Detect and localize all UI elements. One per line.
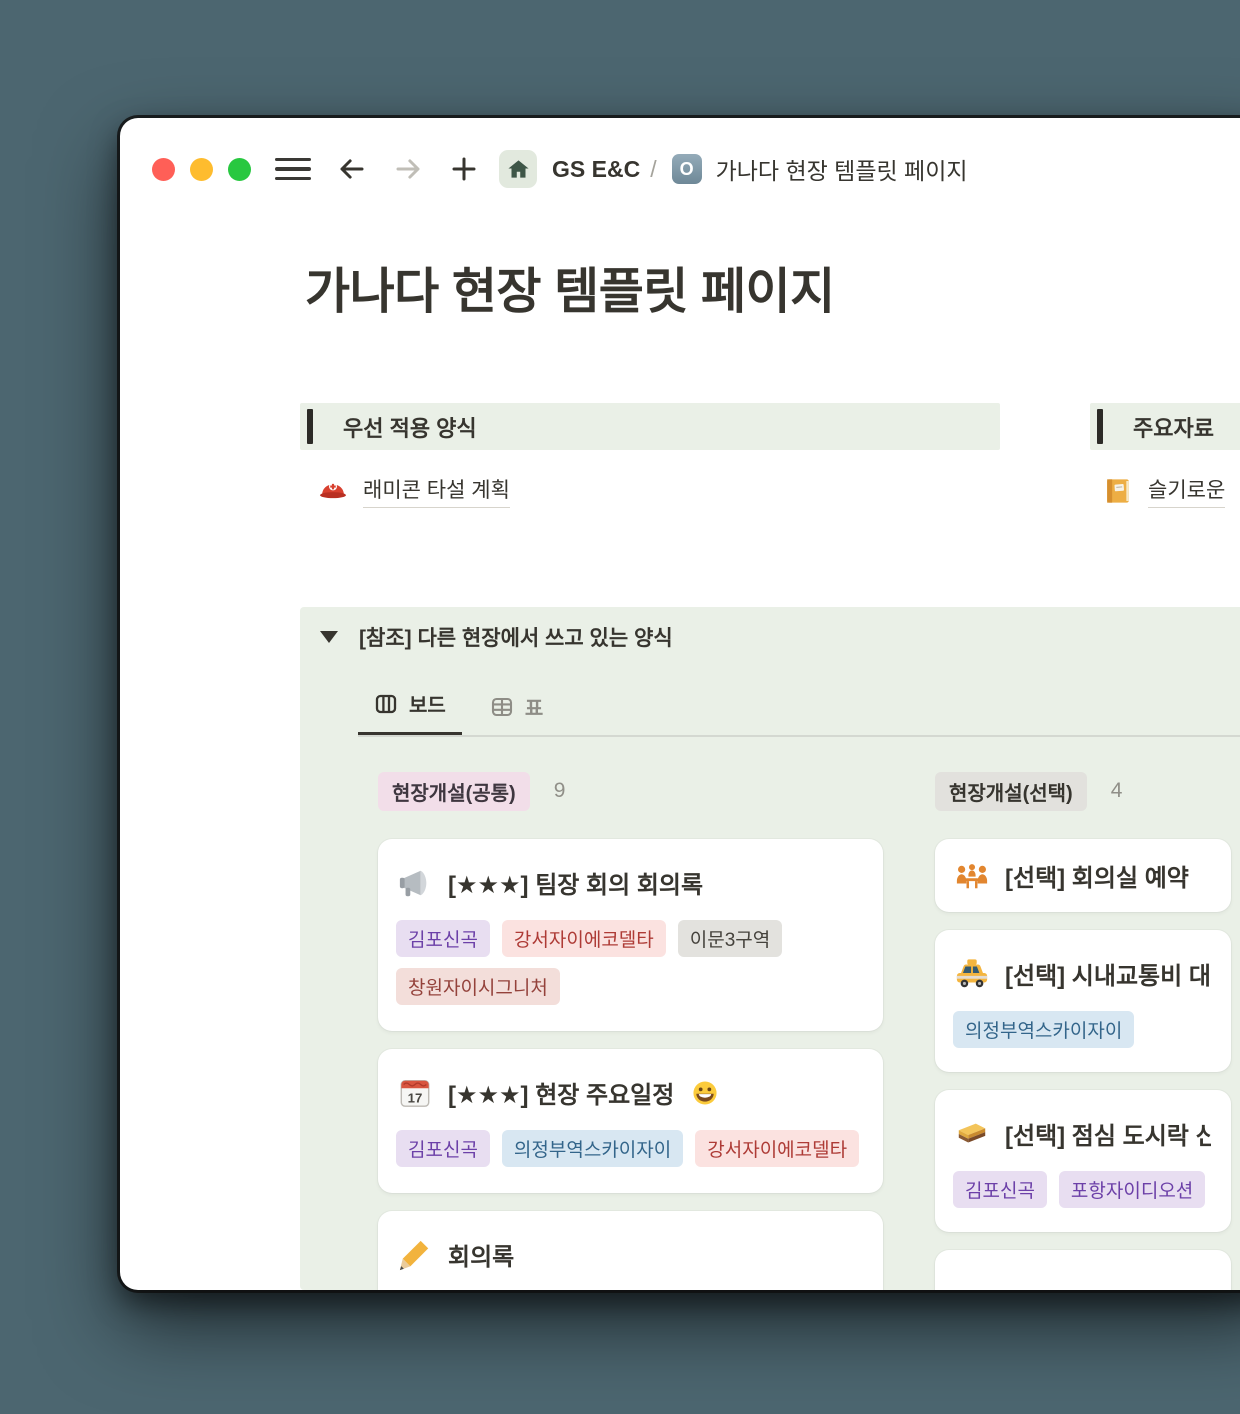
column-count: 9 [554, 779, 566, 803]
breadcrumb-separator: / [650, 156, 656, 183]
grinning-face-icon [692, 1080, 718, 1106]
page-o-badge-icon: O [672, 154, 702, 184]
toggle-title: [참조] 다른 현장에서 쓰고 있는 양식 [359, 622, 673, 652]
card-title: [선택] 점심 도시락 신청 [1005, 1116, 1211, 1151]
home-button[interactable] [499, 150, 537, 188]
new-page-plus-icon[interactable] [449, 154, 479, 184]
back-arrow-icon[interactable] [337, 154, 367, 184]
meeting-people-icon [955, 859, 989, 893]
tag: 김포신곡 [396, 920, 490, 957]
link-right-label[interactable]: 슬기로운 [1148, 474, 1225, 508]
breadcrumb-page-title[interactable]: 가나다 현장 템플릿 페이지 [716, 152, 968, 186]
tab-table-view[interactable]: 표 [474, 682, 559, 735]
tag: 이문3구역 [678, 920, 783, 957]
board-column-optional: 현장개설(선택) 4 [선택] 회의실 [935, 769, 1231, 1290]
link-wise-guide[interactable]: 슬기로운 [1103, 474, 1225, 508]
page-title: 가나다 현장 템플릿 페이지 [305, 252, 835, 323]
loudspeaker-icon [398, 866, 432, 900]
tag: 창원자이시그니처 [396, 968, 560, 1005]
table-view-icon [490, 695, 514, 719]
tab-board-view[interactable]: 보드 [358, 679, 462, 735]
card-title: [★★★] 현장 주요일정 [448, 1075, 674, 1110]
reference-toggle-section: [참조] 다른 현장에서 쓰고 있는 양식 보드 표 현장개설(공통) 9 [300, 607, 1240, 1290]
column-header: 현장개설(공통) 9 [378, 769, 883, 813]
sidebar-menu-icon[interactable] [275, 158, 311, 181]
tag: 김포신곡 [953, 1171, 1047, 1208]
toggle-header[interactable]: [참조] 다른 현장에서 쓰고 있는 양식 [320, 622, 673, 652]
card-title: [선택] 시내교통비 대장 [1005, 956, 1211, 991]
writing-hand-icon [398, 1238, 432, 1272]
taxi-icon [955, 957, 989, 991]
card-tags: 의정부역스카이자이 [935, 991, 1231, 1072]
callout-priority-forms: 우선 적용 양식 [300, 403, 1000, 450]
card-tags: 김포신곡 의정부역스카이자이 강서자이에코델타 [378, 1110, 883, 1193]
column-count: 4 [1111, 779, 1123, 803]
callout-left-label: 우선 적용 양식 [343, 411, 477, 443]
board-card[interactable]: [선택] 회의실 예약 [935, 839, 1231, 912]
calendar-icon: 17 [398, 1076, 432, 1110]
tag: 김포신곡 [396, 1130, 490, 1167]
board-card[interactable]: [선택] 시내교통비 대장 의정부역스카이자이 [935, 930, 1231, 1072]
card-tags: 김포신곡 강서자이에코델타 이문3구역 창원자이시그니처 [378, 900, 883, 1031]
forward-arrow-icon[interactable] [393, 154, 423, 184]
quote-bar [1097, 409, 1103, 444]
breadcrumb-workspace[interactable]: GS E&C [552, 156, 640, 183]
app-window: GS E&C / O 가나다 현장 템플릿 페이지 가나다 현장 템플릿 페이지… [120, 118, 1240, 1290]
column-name-badge[interactable]: 현장개설(공통) [378, 772, 530, 811]
callout-right-label: 주요자료 [1133, 411, 1214, 443]
tag: 의정부역스카이자이 [953, 1011, 1134, 1048]
board-card[interactable]: [선택] 점심 도시락 신청 김포신곡 포항자이디오션 [935, 1090, 1231, 1232]
card-tags: 김포신곡 포항자이디오션 [935, 1151, 1231, 1232]
tab-board-label: 보드 [409, 689, 446, 718]
board-card[interactable]: 회의록 [378, 1211, 883, 1290]
svg-text:17: 17 [408, 1090, 423, 1105]
close-window-button[interactable] [152, 158, 175, 181]
callout-key-materials: 주요자료 [1090, 403, 1240, 450]
rescue-helmet-icon [318, 476, 348, 506]
board-card[interactable]: [★★★] 팀장 회의 회의록 김포신곡 강서자이에코델타 이문3구역 창원자이… [378, 839, 883, 1031]
column-name-badge[interactable]: 현장개설(선택) [935, 772, 1087, 811]
link-remicon-plan[interactable]: 래미콘 타설 계획 [318, 474, 510, 508]
titlebar: GS E&C / O 가나다 현장 템플릿 페이지 [152, 148, 968, 190]
board-view-icon [374, 692, 398, 716]
ledger-book-icon [1103, 476, 1133, 506]
view-tabs: 보드 표 [358, 679, 559, 735]
bento-sandwich-icon [955, 1117, 989, 1151]
tag: 의정부역스카이자이 [502, 1130, 683, 1167]
toggle-open-triangle-icon[interactable] [320, 631, 338, 643]
column-header: 현장개설(선택) 4 [935, 769, 1231, 813]
tag: 포항자이디오션 [1059, 1171, 1205, 1208]
view-tabs-divider [358, 735, 1240, 737]
link-left-label[interactable]: 래미콘 타설 계획 [363, 474, 510, 508]
zoom-window-button[interactable] [228, 158, 251, 181]
card-title: 회의록 [448, 1237, 514, 1272]
board-column-common: 현장개설(공통) 9 [★★★] 팀장 회의 회의록 김포신곡 강서자이에코델타 [378, 769, 883, 1290]
board-card[interactable]: 17 [★★★] 현장 주요일정 김포신곡 의정부역스카이자이 강서자이에코델타 [378, 1049, 883, 1193]
minimize-window-button[interactable] [190, 158, 213, 181]
tag: 강서자이에코델타 [695, 1130, 859, 1167]
board-card[interactable] [935, 1250, 1231, 1290]
tag: 강서자이에코델타 [502, 920, 666, 957]
home-icon [507, 158, 530, 181]
card-title: [★★★] 팀장 회의 회의록 [448, 865, 703, 900]
card-title: [선택] 회의실 예약 [1005, 858, 1189, 893]
tab-table-label: 표 [525, 692, 543, 721]
quote-bar [307, 409, 313, 444]
